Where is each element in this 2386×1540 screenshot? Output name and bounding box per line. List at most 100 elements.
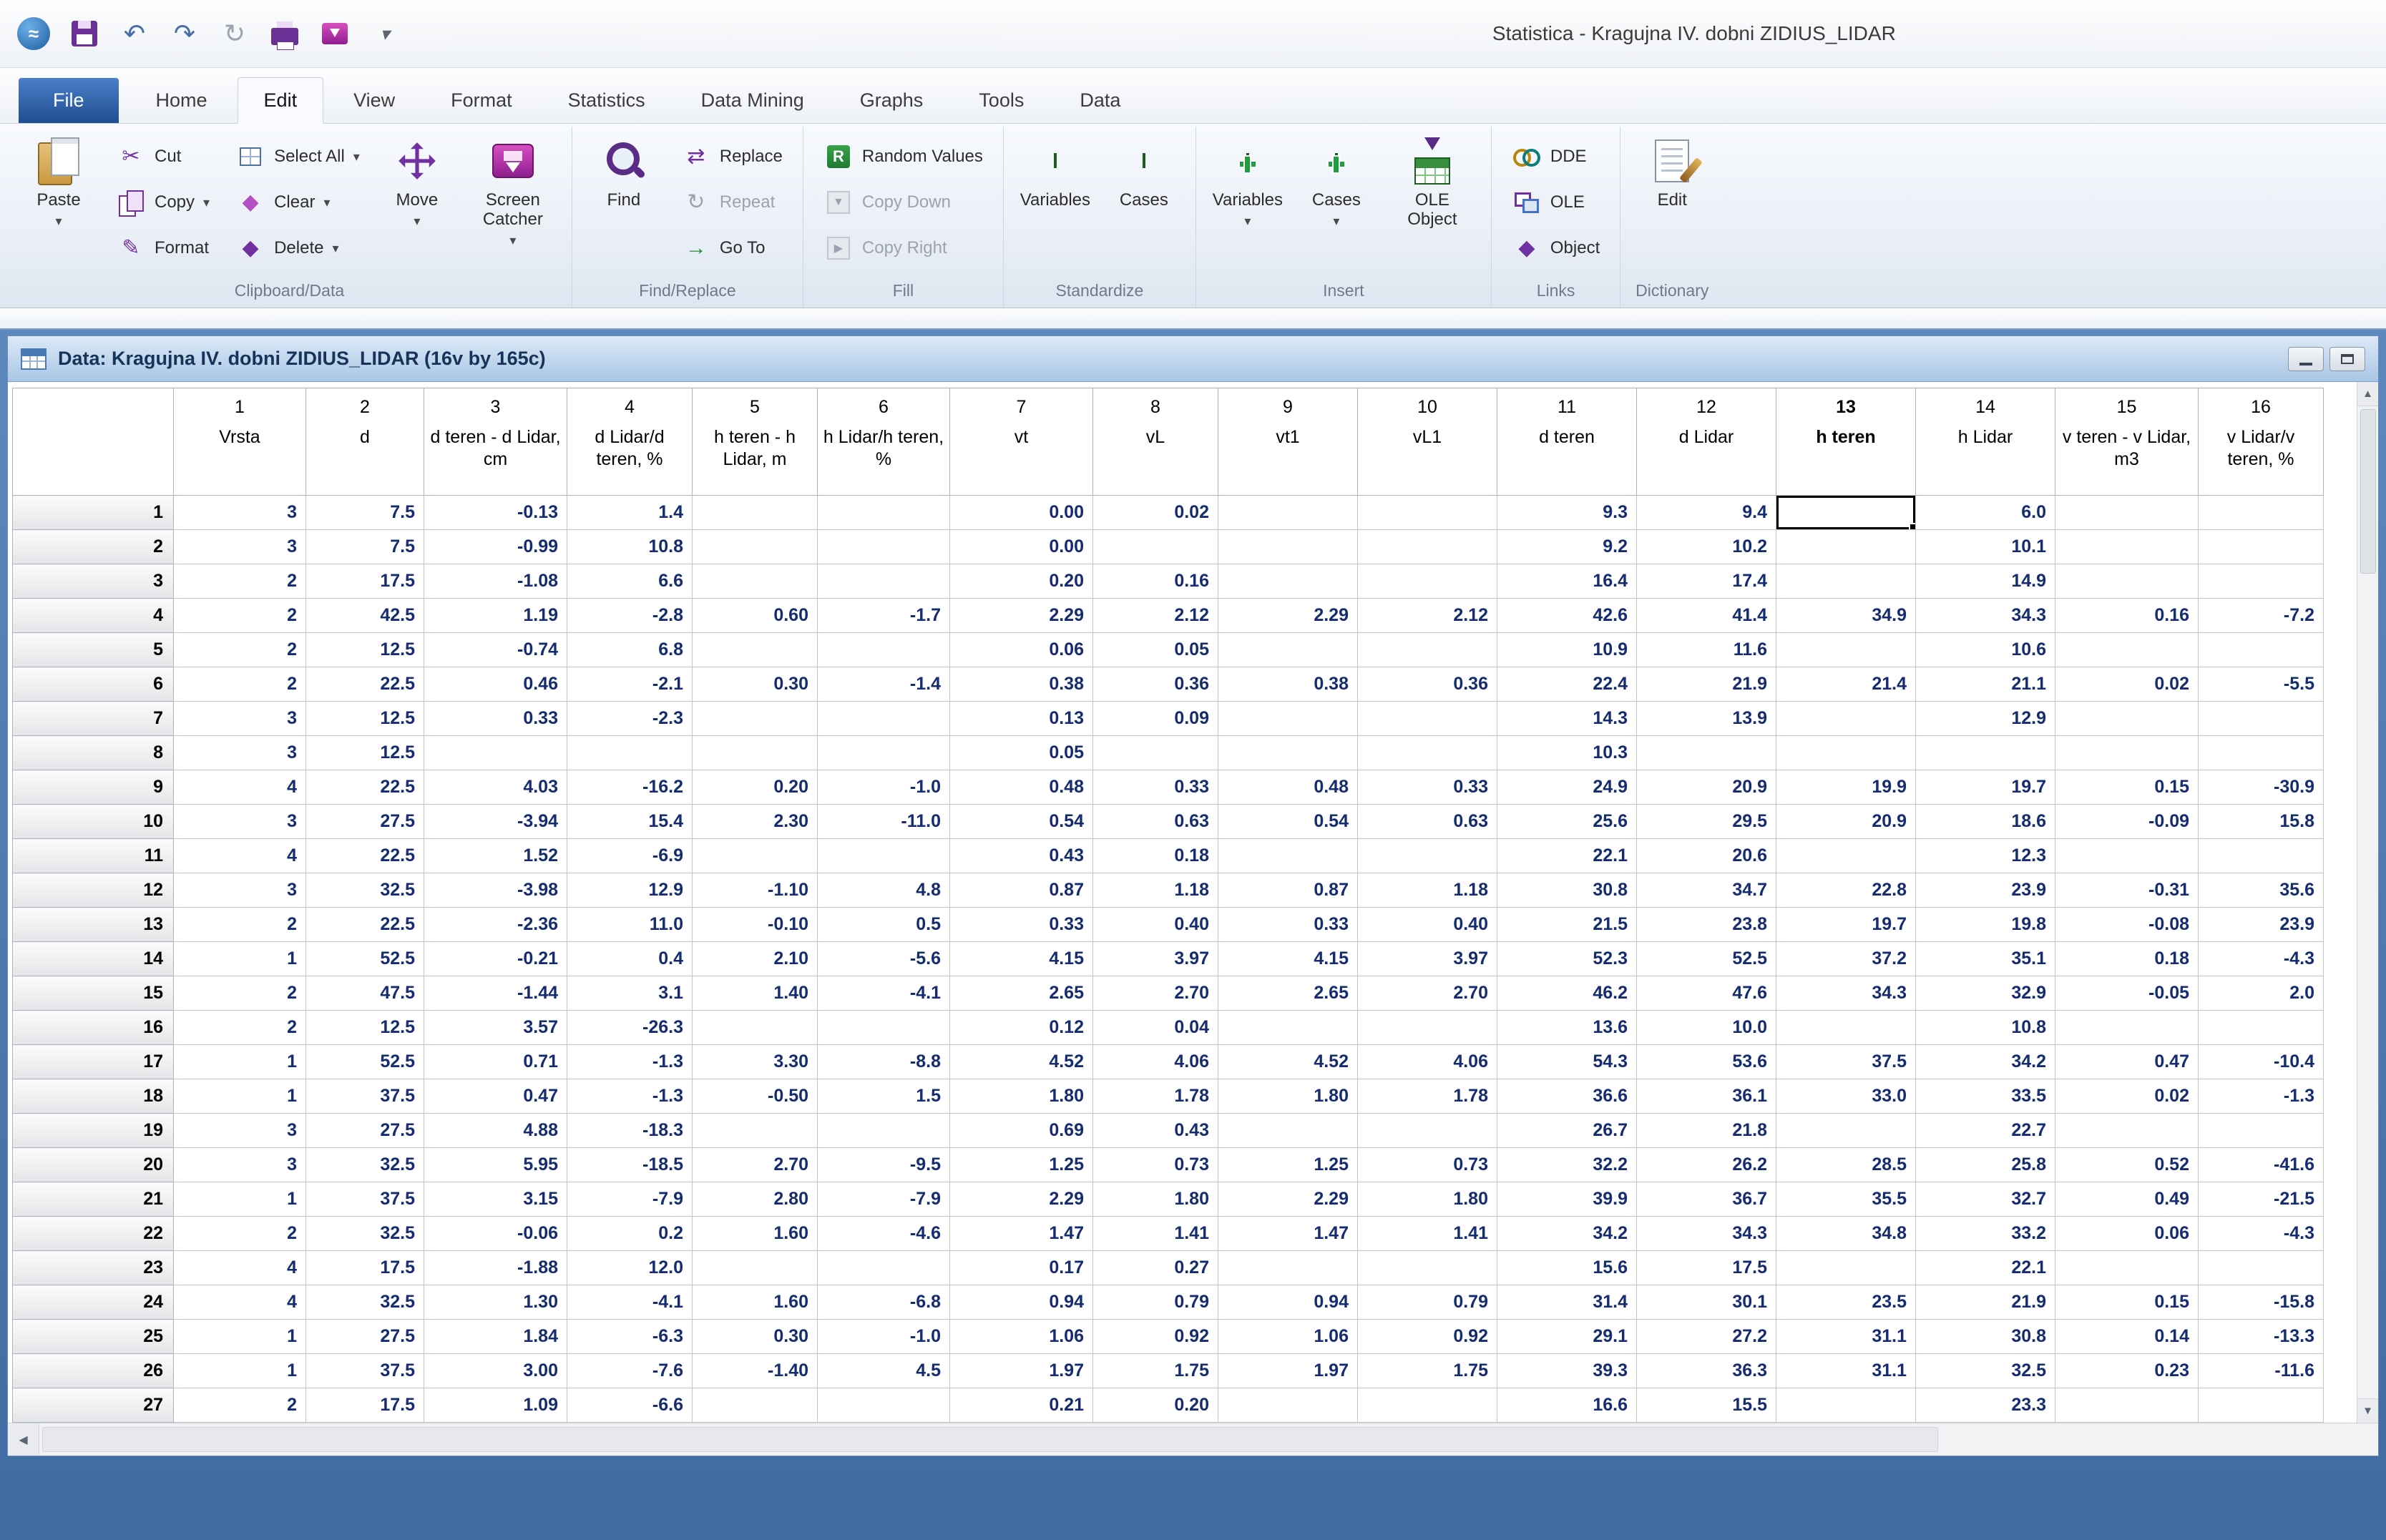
standardize-variables-button[interactable]: Variables: [1015, 131, 1095, 278]
cell-r1c1[interactable]: 3: [174, 496, 306, 530]
cell-r19c12[interactable]: 21.8: [1637, 1114, 1776, 1148]
cell-r27c7[interactable]: 0.21: [950, 1388, 1093, 1423]
cell-r9c13[interactable]: 19.9: [1776, 770, 1916, 805]
cell-r18c2[interactable]: 37.5: [306, 1079, 424, 1114]
row-header-14[interactable]: 14: [13, 942, 174, 976]
cell-r13c14[interactable]: 19.8: [1916, 908, 2055, 942]
cell-r16c16[interactable]: [2199, 1011, 2324, 1045]
cell-r14c8[interactable]: 3.97: [1093, 942, 1218, 976]
cell-r3c16[interactable]: [2199, 564, 2324, 599]
cell-r13c4[interactable]: 11.0: [567, 908, 693, 942]
cell-r23c2[interactable]: 17.5: [306, 1251, 424, 1285]
cell-r1c6[interactable]: [818, 496, 950, 530]
cell-r3c10[interactable]: [1358, 564, 1497, 599]
cell-r9c5[interactable]: 0.20: [693, 770, 818, 805]
format-button[interactable]: ✎ Format: [107, 225, 218, 271]
tab-view[interactable]: View: [328, 78, 421, 123]
cell-r12c9[interactable]: 0.87: [1218, 873, 1358, 908]
column-header-13[interactable]: 13h teren: [1776, 388, 1916, 496]
cell-r2c10[interactable]: [1358, 530, 1497, 564]
cut-button[interactable]: ✂ Cut: [107, 134, 218, 180]
cell-r19c7[interactable]: 0.69: [950, 1114, 1093, 1148]
cell-r2c1[interactable]: 3: [174, 530, 306, 564]
column-header-4[interactable]: 4d Lidar/d teren, %: [567, 388, 693, 496]
cell-r22c3[interactable]: -0.06: [424, 1217, 567, 1251]
tab-tools[interactable]: Tools: [953, 78, 1050, 123]
cell-r5c16[interactable]: [2199, 633, 2324, 667]
cell-r19c9[interactable]: [1218, 1114, 1358, 1148]
cell-r3c13[interactable]: [1776, 564, 1916, 599]
maximize-button[interactable]: [2329, 347, 2365, 371]
cell-r19c1[interactable]: 3: [174, 1114, 306, 1148]
cell-r8c11[interactable]: 10.3: [1497, 736, 1637, 770]
cell-r11c5[interactable]: [693, 839, 818, 873]
go-to-button[interactable]: → Go To: [673, 225, 791, 271]
cell-r23c9[interactable]: [1218, 1251, 1358, 1285]
cell-r11c13[interactable]: [1776, 839, 1916, 873]
paste-button[interactable]: Paste ▾: [19, 131, 99, 278]
cell-r15c12[interactable]: 47.6: [1637, 976, 1776, 1011]
cell-r7c10[interactable]: [1358, 702, 1497, 736]
cell-r17c13[interactable]: 37.5: [1776, 1045, 1916, 1079]
cell-r27c16[interactable]: [2199, 1388, 2324, 1423]
cell-r21c4[interactable]: -7.9: [567, 1182, 693, 1217]
cell-r13c3[interactable]: -2.36: [424, 908, 567, 942]
cell-r25c9[interactable]: 1.06: [1218, 1320, 1358, 1354]
cell-r20c16[interactable]: -41.6: [2199, 1148, 2324, 1182]
cell-r7c15[interactable]: [2055, 702, 2199, 736]
cell-r6c6[interactable]: -1.4: [818, 667, 950, 702]
cell-r5c14[interactable]: 10.6: [1916, 633, 2055, 667]
cell-r1c12[interactable]: 9.4: [1637, 496, 1776, 530]
cell-r12c5[interactable]: -1.10: [693, 873, 818, 908]
cell-r23c11[interactable]: 15.6: [1497, 1251, 1637, 1285]
cell-r24c1[interactable]: 4: [174, 1285, 306, 1320]
cell-r7c9[interactable]: [1218, 702, 1358, 736]
cell-r14c1[interactable]: 1: [174, 942, 306, 976]
cell-r16c3[interactable]: 3.57: [424, 1011, 567, 1045]
cell-r16c10[interactable]: [1358, 1011, 1497, 1045]
cell-r2c9[interactable]: [1218, 530, 1358, 564]
cell-r26c7[interactable]: 1.97: [950, 1354, 1093, 1388]
tab-data[interactable]: Data: [1054, 78, 1146, 123]
cell-r6c12[interactable]: 21.9: [1637, 667, 1776, 702]
cell-r25c4[interactable]: -6.3: [567, 1320, 693, 1354]
cell-r20c1[interactable]: 3: [174, 1148, 306, 1182]
cell-r14c9[interactable]: 4.15: [1218, 942, 1358, 976]
cell-r5c8[interactable]: 0.05: [1093, 633, 1218, 667]
qat-customize-button[interactable]: ▾: [369, 16, 401, 51]
column-header-3[interactable]: 3d teren - d Lidar, cm: [424, 388, 567, 496]
cell-r7c12[interactable]: 13.9: [1637, 702, 1776, 736]
cell-r18c1[interactable]: 1: [174, 1079, 306, 1114]
cell-r11c1[interactable]: 4: [174, 839, 306, 873]
cell-r6c3[interactable]: 0.46: [424, 667, 567, 702]
cell-r16c4[interactable]: -26.3: [567, 1011, 693, 1045]
cell-r4c3[interactable]: 1.19: [424, 599, 567, 633]
cell-r6c2[interactable]: 22.5: [306, 667, 424, 702]
row-header-23[interactable]: 23: [13, 1251, 174, 1285]
cell-r24c14[interactable]: 21.9: [1916, 1285, 2055, 1320]
cell-r9c6[interactable]: -1.0: [818, 770, 950, 805]
cell-r12c3[interactable]: -3.98: [424, 873, 567, 908]
cell-r1c8[interactable]: 0.02: [1093, 496, 1218, 530]
cell-r15c8[interactable]: 2.70: [1093, 976, 1218, 1011]
cell-r8c5[interactable]: [693, 736, 818, 770]
cell-r10c16[interactable]: 15.8: [2199, 805, 2324, 839]
cell-r25c13[interactable]: 31.1: [1776, 1320, 1916, 1354]
cell-r16c2[interactable]: 12.5: [306, 1011, 424, 1045]
cell-r20c2[interactable]: 32.5: [306, 1148, 424, 1182]
cell-r14c7[interactable]: 4.15: [950, 942, 1093, 976]
cell-r6c1[interactable]: 2: [174, 667, 306, 702]
cell-r16c15[interactable]: [2055, 1011, 2199, 1045]
row-header-20[interactable]: 20: [13, 1148, 174, 1182]
cell-r9c2[interactable]: 22.5: [306, 770, 424, 805]
column-header-16[interactable]: 16v Lidar/v teren, %: [2199, 388, 2324, 496]
cell-r24c13[interactable]: 23.5: [1776, 1285, 1916, 1320]
cell-r17c6[interactable]: -8.8: [818, 1045, 950, 1079]
cell-r22c13[interactable]: 34.8: [1776, 1217, 1916, 1251]
cell-r10c6[interactable]: -11.0: [818, 805, 950, 839]
cell-r12c7[interactable]: 0.87: [950, 873, 1093, 908]
redo-button[interactable]: ↷: [169, 16, 200, 51]
cell-r3c9[interactable]: [1218, 564, 1358, 599]
cell-r16c13[interactable]: [1776, 1011, 1916, 1045]
cell-r3c4[interactable]: 6.6: [567, 564, 693, 599]
